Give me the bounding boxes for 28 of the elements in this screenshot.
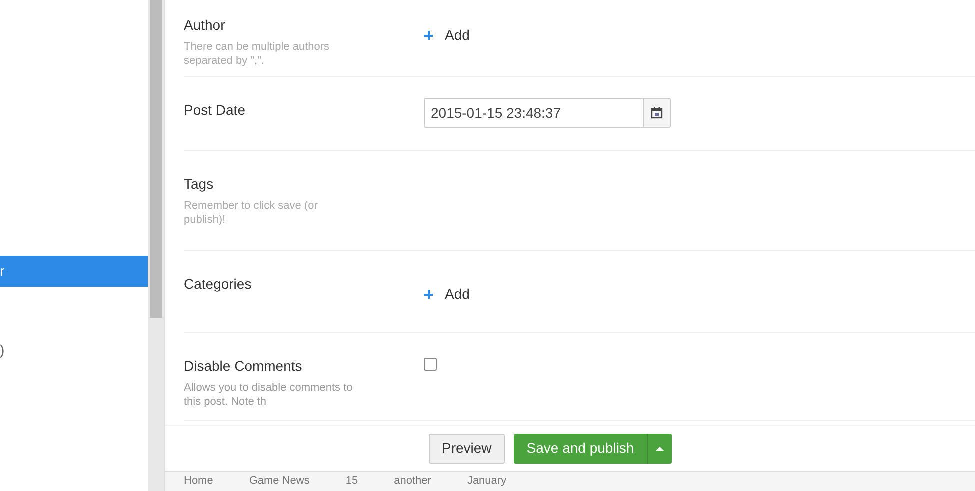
- checkbox[interactable]: [424, 358, 437, 371]
- help-text: Remember to click save (or publish)!: [184, 199, 319, 227]
- breadcrumb-link[interactable]: another: [394, 475, 432, 488]
- help-text: There can be multiple authors separated by ",".: [184, 40, 331, 68]
- date-field[interactable]: 2015-01-15 23:48:37: [424, 98, 671, 128]
- sidebar-item[interactable]: r: [0, 256, 148, 287]
- add-button[interactable]: Add: [424, 25, 470, 46]
- caret-icon: [656, 446, 664, 450]
- breadcrumb-link[interactable]: 15: [346, 475, 358, 488]
- plus-icon: [424, 31, 433, 40]
- scrollbar[interactable]: [148, 0, 165, 491]
- scrollbar-thumb[interactable]: [150, 0, 162, 318]
- calendar-button[interactable]: [643, 99, 670, 127]
- save-and-publish-button[interactable]: Save and publish: [514, 434, 648, 464]
- field-label: Tags: [184, 175, 215, 193]
- breadcrumb-link[interactable]: Game News: [249, 475, 310, 488]
- field-label: Author: [184, 16, 226, 34]
- dropdown-toggle[interactable]: [647, 434, 672, 464]
- help-text: Allows you to disable comments to this post. Note th: [184, 381, 354, 409]
- breadcrumb-link[interactable]: January: [467, 475, 507, 488]
- preview-button[interactable]: Preview: [429, 434, 505, 464]
- calendar-icon: [651, 107, 663, 119]
- field-label: Disable Comments: [184, 357, 304, 375]
- field-label: Post Date: [184, 101, 246, 119]
- add-button[interactable]: Add: [424, 284, 470, 305]
- plus-icon: [424, 290, 433, 299]
- field-label: Categories: [184, 275, 253, 293]
- breadcrumb-link[interactable]: Home: [184, 475, 214, 488]
